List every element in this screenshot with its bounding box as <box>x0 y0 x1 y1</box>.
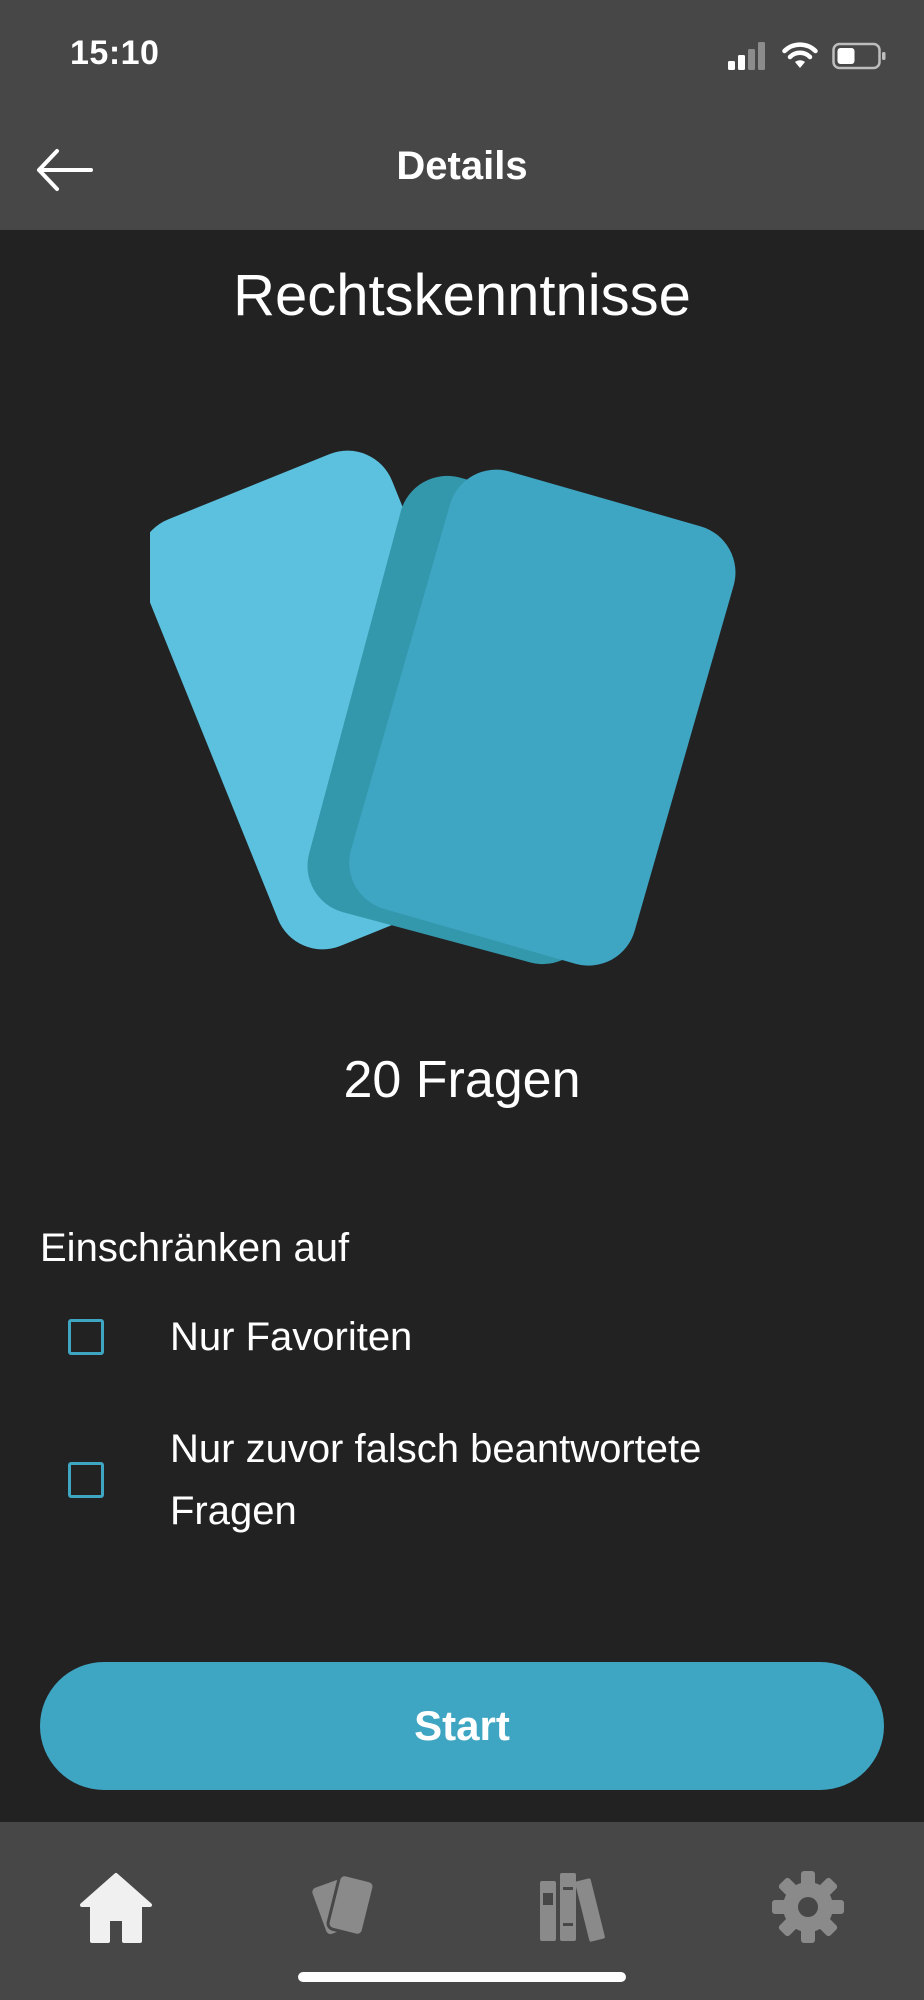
library-icon <box>540 1873 605 1942</box>
gear-icon <box>772 1871 844 1943</box>
filter-heading: Einschränken auf <box>40 1226 350 1270</box>
tab-settings[interactable] <box>758 1862 858 1952</box>
tab-home[interactable] <box>66 1862 166 1952</box>
status-time: 15:10 <box>70 34 160 72</box>
question-count: 20 Fragen <box>343 1051 581 1109</box>
cards-icon <box>311 1873 376 1938</box>
tab-cards[interactable] <box>296 1862 396 1952</box>
favorites-checkbox[interactable] <box>68 1319 104 1355</box>
cards-illustration <box>150 450 736 966</box>
status-bar: 15:10 <box>0 0 924 110</box>
deck-title: Rechtskenntnisse <box>233 263 691 328</box>
favorites-label: Nur Favoriten <box>170 1315 413 1359</box>
tab-library[interactable] <box>526 1862 626 1952</box>
wifi-icon <box>782 42 818 68</box>
wrong-answers-filter-option[interactable]: Nur zuvor falsch beantwortete Fragen <box>68 1418 810 1542</box>
nav-bar: Details <box>0 110 924 230</box>
signal-icon <box>728 42 765 70</box>
nav-title: Details <box>396 144 528 188</box>
favorites-filter-option[interactable]: Nur Favoriten <box>68 1306 412 1368</box>
start-button[interactable]: Start <box>40 1662 884 1790</box>
home-indicator <box>298 1972 626 1982</box>
status-icons <box>728 38 888 74</box>
wrong-answers-label: Nur zuvor falsch beantwortete Fragen <box>170 1427 702 1533</box>
home-icon <box>80 1873 152 1943</box>
battery-icon <box>832 42 886 70</box>
wrong-answers-checkbox[interactable] <box>68 1462 104 1498</box>
